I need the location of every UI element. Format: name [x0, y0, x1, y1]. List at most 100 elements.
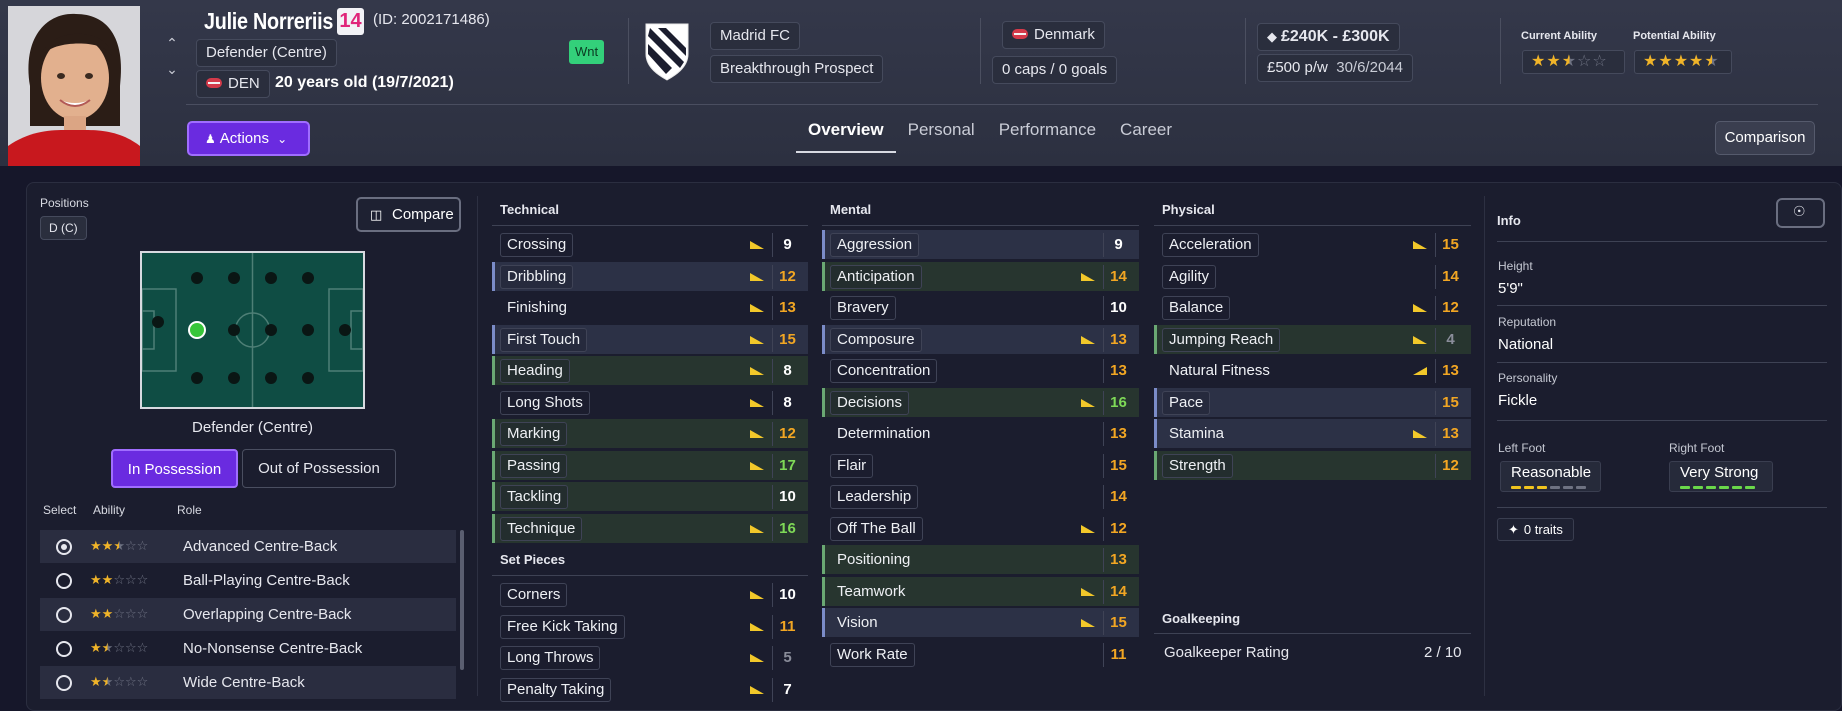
attribute-row[interactable]: Penalty Taking 7	[492, 675, 808, 704]
star-empty-icon: ☆	[113, 640, 125, 655]
role-row[interactable]: ★★★☆☆ Advanced Centre-Back	[40, 530, 456, 563]
attribute-row[interactable]: Off The Ball 12	[822, 514, 1139, 543]
role-name: Advanced Centre-Back	[183, 538, 338, 555]
role-row[interactable]: ★★☆☆☆ Ball-Playing Centre-Back	[40, 564, 456, 597]
role-radio[interactable]	[56, 573, 72, 589]
nation-chip[interactable]: Denmark	[1002, 21, 1105, 49]
compare-button[interactable]: ◫ Compare	[356, 197, 461, 232]
role-radio[interactable]	[56, 607, 72, 623]
attribute-row[interactable]: Tackling 10	[492, 482, 808, 511]
attribute-row[interactable]: Dribbling 12	[492, 261, 808, 291]
denmark-flag-icon	[1012, 29, 1028, 40]
attribute-row[interactable]: Corners 10	[492, 580, 808, 609]
role-ability-stars: ★★☆☆☆	[90, 640, 148, 656]
foot-level-segment	[1550, 486, 1560, 489]
price-tag-icon: ◆	[1267, 29, 1277, 44]
attribute-row[interactable]: Leadership 14	[822, 482, 1139, 511]
attribute-row[interactable]: Work Rate 11	[822, 640, 1139, 669]
role-row[interactable]: ★★☆☆☆ Overlapping Centre-Back	[40, 598, 456, 631]
attribute-row[interactable]: Decisions 16	[822, 387, 1139, 417]
actions-button[interactable]: ♟ Actions ⌄	[187, 121, 310, 156]
attribute-row[interactable]: Composure 13	[822, 324, 1139, 354]
roles-scrollbar[interactable]	[460, 530, 464, 670]
attribute-row[interactable]: Stamina 13	[1154, 419, 1471, 448]
out-of-possession-toggle[interactable]: Out of Possession	[242, 449, 396, 488]
chevron-up-icon[interactable]: ⌃	[164, 30, 180, 56]
wnt-badge[interactable]: Wnt	[569, 40, 605, 64]
star-empty-icon: ☆	[124, 572, 137, 587]
header-separator	[186, 104, 1818, 105]
attribute-row[interactable]: Heading 8	[492, 356, 808, 385]
attribute-value: 13	[1103, 422, 1133, 446]
star-empty-icon: ☆	[113, 572, 125, 587]
role-radio[interactable]	[56, 675, 72, 691]
tab-performance[interactable]: Performance	[987, 118, 1108, 158]
attribute-row[interactable]: Positioning 13	[822, 545, 1139, 574]
position-pitch[interactable]	[140, 251, 365, 409]
tab-overview[interactable]: Overview	[796, 118, 896, 153]
attribute-row[interactable]: Crossing 9	[492, 230, 808, 259]
trend-down-icon	[1081, 619, 1095, 627]
star-full-icon: ★	[90, 572, 102, 587]
player-header: ⌃ ⌄ Julie Norreriis 14 (ID: 2002171486) …	[0, 0, 1842, 166]
attribute-value: 4	[1435, 327, 1465, 352]
goalkeeper-rating-value: 2 / 10	[1424, 644, 1462, 661]
role-radio[interactable]	[56, 641, 72, 657]
attribute-row[interactable]: Finishing 13	[492, 293, 808, 322]
attribute-row[interactable]: Vision 15	[822, 608, 1139, 637]
chevron-down-icon[interactable]: ⌄	[164, 56, 180, 82]
attribute-row[interactable]: Strength 12	[1154, 450, 1471, 480]
position-text: Defender (Centre)	[206, 44, 327, 61]
attribute-row[interactable]: Concentration 13	[822, 356, 1139, 385]
foot-level-segment	[1537, 486, 1547, 489]
role-row[interactable]: ★★☆☆☆ No-Nonsense Centre-Back	[40, 632, 456, 665]
star-empty-icon: ☆	[136, 640, 149, 655]
role-row[interactable]: ★★☆☆☆ Wide Centre-Back	[40, 666, 456, 699]
attribute-row[interactable]: Aggression 9	[822, 230, 1139, 259]
attribute-row[interactable]: Technique 16	[492, 513, 808, 543]
foot-level-segment	[1745, 486, 1755, 489]
attribute-row[interactable]: Flair 15	[822, 451, 1139, 480]
attribute-row[interactable]: Pace 15	[1154, 387, 1471, 417]
attribute-row[interactable]: First Touch 15	[492, 324, 808, 354]
attribute-row[interactable]: Agility 14	[1154, 262, 1471, 291]
in-possession-toggle[interactable]: In Possession	[111, 449, 238, 488]
compare-icon: ◫	[370, 207, 383, 222]
attribute-row[interactable]: Bravery 10	[822, 293, 1139, 322]
tab-personal[interactable]: Personal	[896, 118, 987, 158]
technical-rule	[492, 225, 808, 226]
left-foot-value: Reasonable	[1511, 464, 1592, 481]
star-full-icon: ★	[90, 674, 102, 689]
attribute-value: 12	[772, 264, 802, 289]
star-full-icon: ★	[101, 572, 114, 587]
club-chip[interactable]: Madrid FC	[710, 22, 801, 50]
attribute-value: 9	[1103, 233, 1133, 257]
attribute-row[interactable]: Anticipation 14	[822, 261, 1139, 291]
attribute-row[interactable]: Jumping Reach 4	[1154, 324, 1471, 354]
attribute-row[interactable]: Long Throws 5	[492, 643, 808, 672]
club-crest-icon[interactable]	[644, 22, 690, 82]
foot-level-segment	[1524, 486, 1534, 489]
attribute-name: Aggression	[830, 233, 920, 257]
position-code-chip: D (C)	[40, 216, 87, 240]
attribute-row[interactable]: Balance 12	[1154, 293, 1471, 322]
attribute-row[interactable]: Natural Fitness 13	[1154, 356, 1471, 385]
attribute-row[interactable]: Teamwork 14	[822, 576, 1139, 606]
star-empty-icon: ☆	[124, 606, 137, 621]
role-ability-stars: ★★☆☆☆	[90, 674, 148, 690]
comparison-button[interactable]: Comparison	[1715, 121, 1815, 155]
info-settings-button[interactable]: ☉	[1776, 198, 1825, 228]
tab-career[interactable]: Career	[1108, 118, 1184, 158]
attribute-row[interactable]: Marking 12	[492, 419, 808, 448]
role-radio[interactable]	[56, 539, 72, 555]
role-name: Ball-Playing Centre-Back	[183, 572, 350, 589]
attribute-row[interactable]: Long Shots 8	[492, 388, 808, 417]
traits-chip[interactable]: ✦ 0 traits	[1497, 518, 1574, 541]
attribute-row[interactable]: Passing 17	[492, 450, 808, 480]
nationality-chip[interactable]: DEN	[196, 70, 270, 98]
header-divider	[1245, 18, 1246, 84]
attribute-row[interactable]: Determination 13	[822, 419, 1139, 448]
attribute-value: 16	[1103, 390, 1133, 415]
attribute-row[interactable]: Free Kick Taking 11	[492, 612, 808, 641]
attribute-row[interactable]: Acceleration 15	[1154, 230, 1471, 259]
